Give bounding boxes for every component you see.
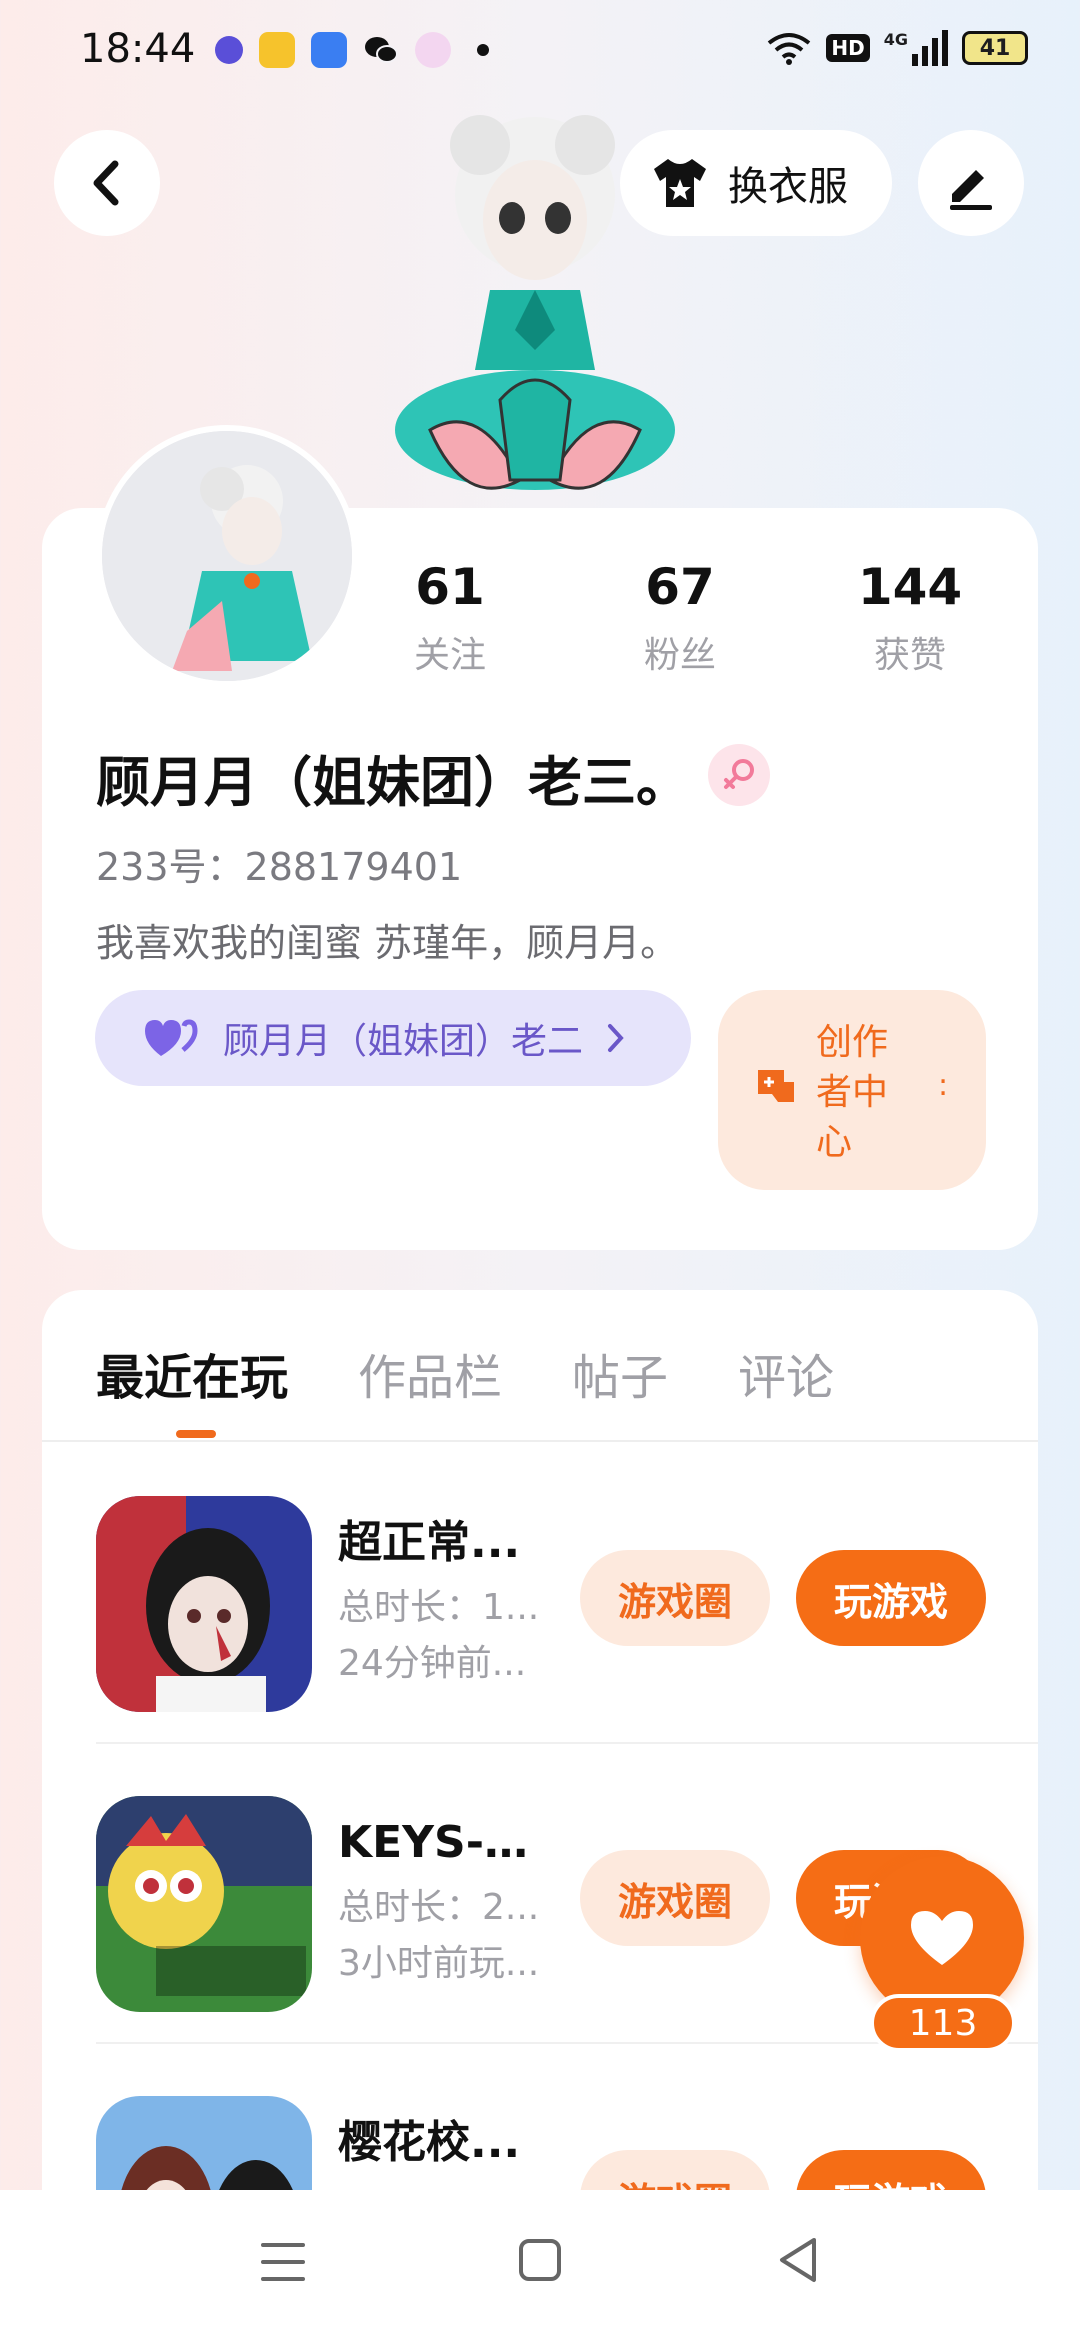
app-notification-icon <box>215 36 243 64</box>
status-time: 18:44 <box>80 26 196 72</box>
following-count: 61 <box>415 558 485 616</box>
notification-icons <box>215 32 489 68</box>
avatar[interactable] <box>96 425 358 687</box>
game-title: 樱花校... <box>338 2117 521 2168</box>
fans-label: 粉丝 <box>643 635 716 676</box>
change-outfit-button[interactable]: 换衣服 <box>620 130 892 236</box>
play-game-button[interactable]: 玩游戏 <box>796 1550 986 1646</box>
more-notifications-dot <box>477 44 489 56</box>
gamepad-icon <box>758 1070 794 1102</box>
game-last-played: 24分钟前... <box>338 1643 527 1684</box>
likes-count: 144 <box>857 558 963 616</box>
game-title: KEYS-极... <box>338 1817 568 1868</box>
avatar-image <box>102 431 352 681</box>
tab-posts[interactable]: 帖子 <box>572 1338 668 1408</box>
game-circle-button[interactable]: 游戏圈 <box>580 1550 770 1646</box>
game-circle-button[interactable]: 游戏圈 <box>580 1850 770 1946</box>
fans-count: 67 <box>645 558 715 616</box>
game-last-played: 3小时前玩... <box>338 1943 540 1984</box>
tabs-divider <box>42 1440 1038 1442</box>
wechat-icon <box>363 32 399 68</box>
creator-more-icon: : <box>938 1068 949 1103</box>
back-button[interactable] <box>54 130 160 236</box>
creator-center-button[interactable]: 创作者中心 : <box>718 990 986 1190</box>
battery-icon: 41 <box>962 31 1028 65</box>
back-nav-icon[interactable] <box>776 2236 820 2284</box>
status-indicators: HD 4G 41 <box>766 30 1028 66</box>
game-icon[interactable] <box>96 1796 312 2012</box>
recent-apps-icon[interactable] <box>260 2240 306 2284</box>
home-icon[interactable] <box>518 2238 562 2282</box>
game-icon[interactable] <box>96 1496 312 1712</box>
wifi-icon <box>768 33 811 65</box>
system-nav-bar <box>0 2190 1080 2340</box>
edit-pencil-icon <box>950 170 992 210</box>
bestie-label: 顾月月（姐妹团）老二 <box>223 1021 584 1062</box>
tshirt-icon <box>654 159 706 207</box>
double-heart-icon <box>145 1019 198 1056</box>
username: 顾月月（姐妹团）老三。 <box>96 751 690 814</box>
tab-recent-playing[interactable]: 最近在玩 <box>96 1338 288 1408</box>
stat-likes[interactable]: 144 获赞 <box>820 558 1000 678</box>
stat-fans[interactable]: 67 粉丝 <box>590 558 770 678</box>
heart-icon <box>911 1911 973 1965</box>
creator-center-label: 创作者中心 <box>816 1022 889 1163</box>
infinity-app-icon <box>311 32 347 68</box>
female-gender-icon <box>708 744 770 806</box>
game-title: 超正常... <box>338 1517 521 1568</box>
tab-comments[interactable]: 评论 <box>738 1338 834 1408</box>
like-count-badge: 113 <box>870 1994 1016 2052</box>
app-icon <box>415 32 451 68</box>
status-bar: 18:44 HD 4G 41 <box>0 0 1080 110</box>
back-arrow-icon <box>93 160 119 206</box>
likes-label: 获赞 <box>873 635 946 676</box>
hd-icon: HD <box>826 34 870 62</box>
edit-profile-button[interactable] <box>918 130 1024 236</box>
signal-icon: 4G <box>884 30 948 66</box>
active-tab-indicator <box>176 1430 216 1438</box>
following-label: 关注 <box>413 635 486 676</box>
notes-icon <box>259 32 295 68</box>
change-outfit-label: 换衣服 <box>728 164 848 210</box>
stat-following[interactable]: 61 关注 <box>360 558 540 678</box>
game-row[interactable]: 超正常... 总时长：1... 24分钟前... 游戏圈 玩游戏 <box>42 1444 1038 1744</box>
network-type: 4G <box>883 30 908 49</box>
game-duration: 总时长：2... <box>338 1887 540 1928</box>
chevron-right-icon <box>608 1024 624 1052</box>
profile-tabs: 最近在玩 作品栏 帖子 评论 <box>96 1338 904 1408</box>
game-duration: 总时长：1... <box>338 1587 540 1628</box>
user-id: 233号：288179401 <box>96 845 463 889</box>
bio: 我喜欢我的闺蜜 苏瑾年，顾月月。 <box>96 921 679 965</box>
bestie-link-button[interactable]: 顾月月（姐妹团）老二 <box>95 990 691 1086</box>
tab-works[interactable]: 作品栏 <box>358 1338 502 1408</box>
